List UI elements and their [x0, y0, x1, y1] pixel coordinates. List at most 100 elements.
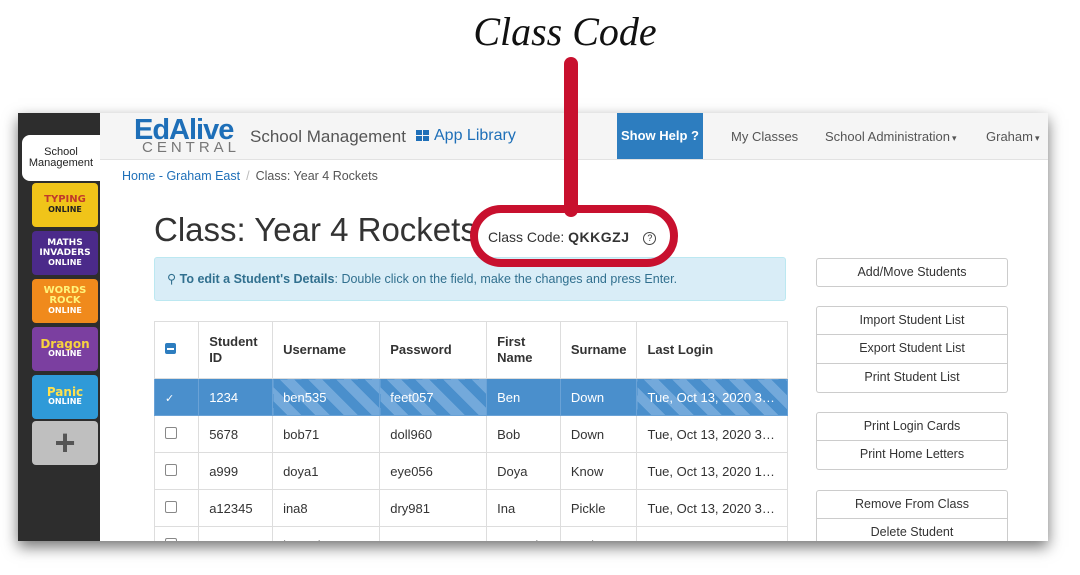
app-line1: Panic	[46, 385, 84, 399]
cell-student-id[interactable]: a12345	[198, 489, 274, 527]
table-row[interactable]: a999 doya1 eye056 Doya Know Tue, Oct 13,…	[153, 452, 788, 490]
export-student-list-button[interactable]: Export Student List	[816, 335, 1008, 364]
page-title: Class: Year 4 Rockets	[154, 211, 477, 248]
cell-last-login[interactable]: Tue, Oct 13, 2020 1…	[636, 452, 788, 490]
cell-username[interactable]: ben535	[272, 378, 381, 416]
delete-student-button[interactable]: Delete Student	[816, 519, 1008, 541]
cell-password[interactable]: doll960	[379, 415, 488, 453]
row-checkbox-cell[interactable]	[153, 526, 200, 541]
cell-surname[interactable]: Pickle	[559, 489, 638, 527]
nav-school-administration[interactable]: School Administration ▾	[825, 129, 957, 144]
cell-surname[interactable]: Know	[559, 452, 638, 490]
row-checkbox[interactable]	[165, 426, 177, 439]
table-row[interactable]: 5678 bob71 doll960 Bob Down Tue, Oct 13,…	[153, 415, 788, 453]
maths-invaders-app-icon[interactable]: MATHS INVADERS ONLINE	[32, 231, 98, 275]
header-username[interactable]: Username	[272, 321, 381, 379]
edalive-logo[interactable]: EdAlive CENTRAL	[134, 114, 244, 156]
print-login-cards-button[interactable]: Print Login Cards	[816, 412, 1008, 441]
print-student-list-button[interactable]: Print Student List	[816, 364, 1008, 393]
question-circle-icon[interactable]: ?	[643, 232, 657, 245]
header-password[interactable]: Password	[379, 321, 488, 379]
nav-user-menu[interactable]: Graham ▾	[986, 129, 1040, 144]
lightbulb-icon: ⚲	[167, 272, 180, 286]
cell-username[interactable]: ina8	[272, 489, 381, 527]
nav-my-classes[interactable]: My Classes	[731, 129, 798, 144]
cell-surname[interactable]: Down	[559, 378, 638, 416]
table-row[interactable]: a12345 ina8 dry981 Ina Pickle Tue, Oct 1…	[153, 489, 788, 527]
cell-username[interactable]: doya1	[272, 452, 381, 490]
brand-text[interactable]: School Management	[250, 127, 406, 147]
cell-first-name[interactable]: Doya	[486, 452, 561, 490]
app-line2: ONLINE	[48, 205, 82, 214]
chevron-down-icon: ▾	[1034, 133, 1040, 143]
cell-username[interactable]: jurassic1	[272, 526, 381, 541]
app-grid-icon	[416, 130, 429, 142]
add-app-button[interactable]: +	[32, 421, 98, 465]
app-line1: MATHS INVADERS	[39, 238, 91, 258]
header-surname[interactable]: Surname	[559, 321, 638, 379]
cell-last-login[interactable]: Tue, Apr 2, 2019 3:…	[636, 526, 788, 541]
header-first-name[interactable]: First Name	[486, 321, 561, 379]
row-checkbox-cell[interactable]: ✓	[153, 378, 200, 416]
students-table: Student ID Username Password First Name Su…	[153, 321, 788, 541]
row-checkbox-cell[interactable]	[153, 489, 200, 527]
cell-surname[interactable]: Park	[559, 526, 638, 541]
spelling-dragon-app-icon[interactable]: Dragon ONLINE	[32, 327, 98, 371]
actions-group-add: Add/Move Students	[816, 258, 1008, 287]
cell-last-login[interactable]: Tue, Oct 13, 2020 3…	[636, 378, 788, 416]
cell-username[interactable]: bob71	[272, 415, 381, 453]
import-student-list-button[interactable]: Import Student List	[816, 306, 1008, 335]
app-line1: TYPING	[44, 194, 86, 205]
cell-first-name[interactable]: Ina	[486, 489, 561, 527]
select-all-checkbox[interactable]	[165, 343, 176, 354]
cell-first-name[interactable]: Bob	[486, 415, 561, 453]
typing-tournament-app-icon[interactable]: TYPING ONLINE	[32, 183, 98, 227]
header-student-id[interactable]: Student ID	[198, 321, 274, 379]
cell-first-name[interactable]: Jurassic	[486, 526, 561, 541]
add-move-students-button[interactable]: Add/Move Students	[816, 258, 1008, 287]
app-line1: WORDS ROCK	[43, 285, 87, 306]
table-row[interactable]: ✓ 1234 ben535 feet057 Ben Down Tue, Oct …	[153, 378, 788, 416]
app-library-link[interactable]: App Library	[416, 127, 516, 145]
row-checkbox[interactable]	[165, 463, 177, 476]
cell-student-id[interactable]: 1234	[198, 378, 274, 416]
table-row[interactable]: 130187 jurassic1 cup449 Jurassic Park Tu…	[153, 526, 788, 541]
phonic-panic-app-icon[interactable]: Panic ONLINE	[32, 375, 98, 419]
cell-student-id[interactable]: 130187	[198, 526, 274, 541]
callout-pointer-line	[564, 57, 578, 217]
row-checkbox[interactable]	[165, 500, 177, 513]
checkmark-icon[interactable]: ✓	[165, 393, 174, 405]
cell-first-name[interactable]: Ben	[486, 378, 561, 416]
callout-title: Class Code	[473, 9, 657, 54]
cell-password[interactable]: eye056	[379, 452, 488, 490]
row-checkbox[interactable]	[165, 537, 177, 541]
words-rock-app-icon[interactable]: WORDS ROCK ONLINE	[32, 279, 98, 323]
app-line2: ONLINE	[48, 258, 82, 267]
sidebar-tab-school-management[interactable]: School Management	[22, 135, 100, 181]
actions-group-remove: Remove From Class Delete Student	[816, 490, 1008, 541]
select-all-checkbox-cell[interactable]	[153, 321, 200, 379]
show-help-button[interactable]: Show Help ?	[617, 113, 703, 159]
cell-last-login[interactable]: Tue, Oct 13, 2020 3…	[636, 489, 788, 527]
class-code: Class Code: QKKGZJ ?	[488, 229, 657, 245]
header-last-login[interactable]: Last Login	[636, 321, 788, 379]
cell-surname[interactable]: Down	[559, 415, 638, 453]
cell-password[interactable]: cup449	[379, 526, 488, 541]
school-management-label: School Management	[22, 135, 100, 169]
app-library-label: App Library	[434, 127, 516, 144]
cell-last-login[interactable]: Tue, Oct 13, 2020 3…	[636, 415, 788, 453]
print-home-letters-button[interactable]: Print Home Letters	[816, 441, 1008, 470]
breadcrumb-separator: /	[246, 169, 250, 183]
nav-school-administration-label: School Administration	[825, 129, 951, 144]
cell-password[interactable]: dry981	[379, 489, 488, 527]
header-student-id-line1: Student	[209, 334, 258, 349]
row-checkbox-cell[interactable]	[153, 415, 200, 453]
app-sidebar: School Management TYPING ONLINE MATHS INV…	[18, 113, 100, 541]
table-header-row: Student ID Username Password First Name Su…	[153, 321, 788, 379]
breadcrumb-home-link[interactable]: Home - Graham East	[122, 169, 240, 183]
cell-password[interactable]: feet057	[379, 378, 488, 416]
row-checkbox-cell[interactable]	[153, 452, 200, 490]
cell-student-id[interactable]: 5678	[198, 415, 274, 453]
remove-from-class-button[interactable]: Remove From Class	[816, 490, 1008, 519]
cell-student-id[interactable]: a999	[198, 452, 274, 490]
